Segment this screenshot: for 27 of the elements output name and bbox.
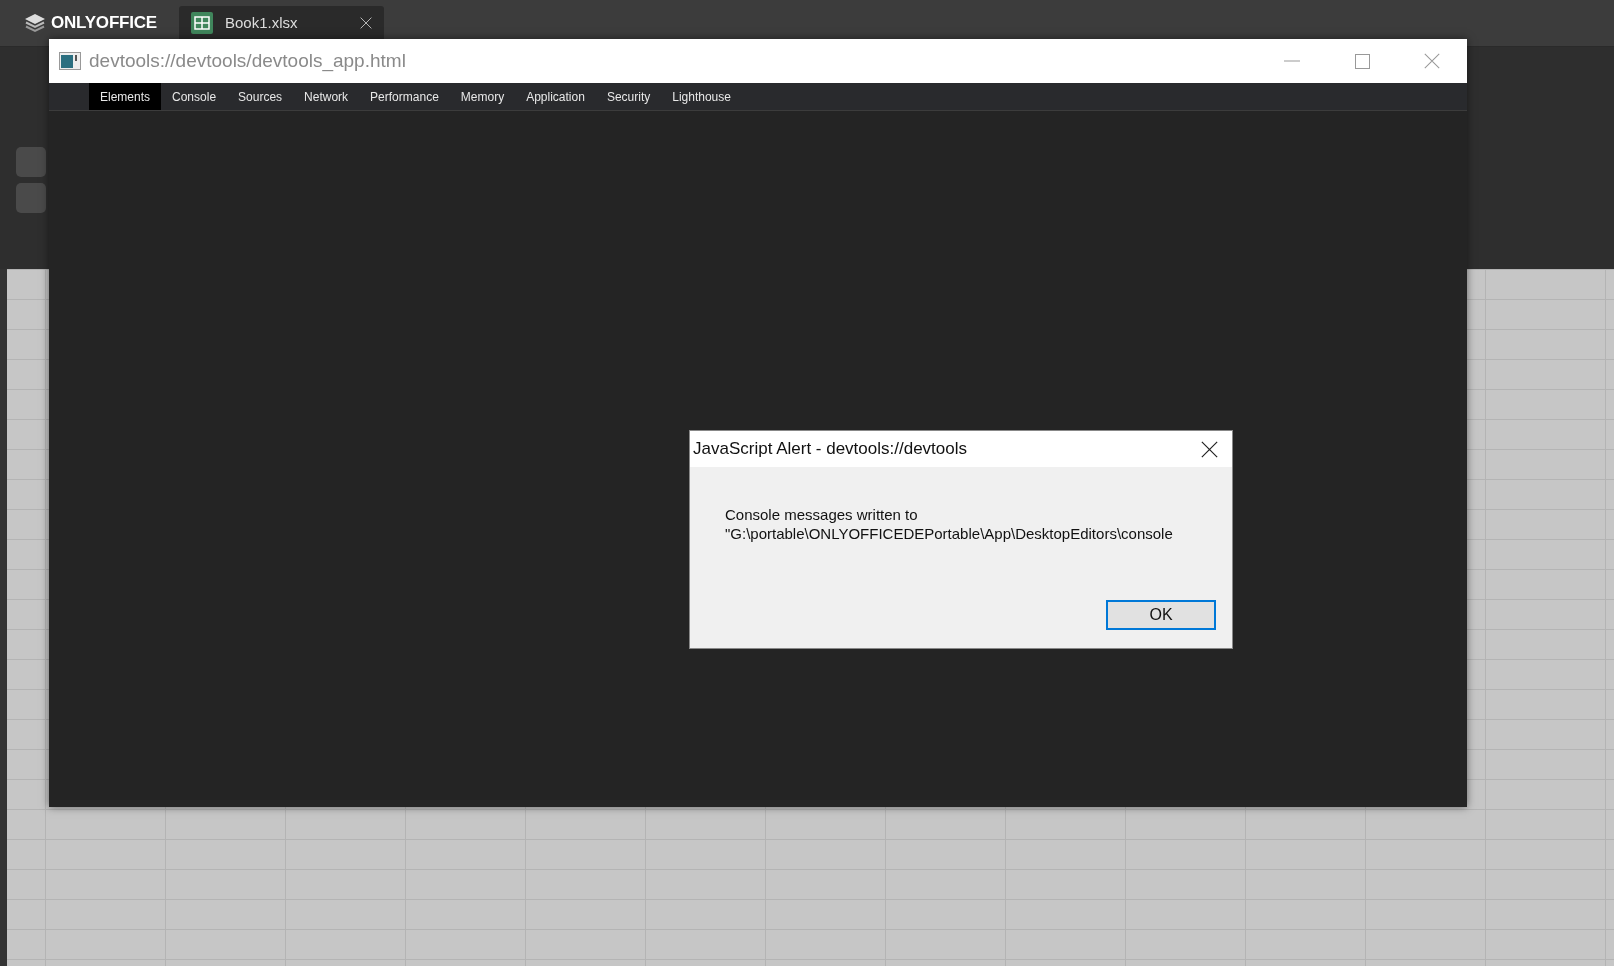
close-icon [1424, 53, 1440, 69]
devtools-tab[interactable]: Elements [89, 83, 162, 110]
devtools-tab[interactable]: Sources [227, 83, 294, 110]
tab-label: Book1.xlsx [225, 14, 299, 31]
devtools-tab[interactable]: Memory [449, 83, 516, 110]
minimize-icon [1284, 60, 1300, 62]
devtools-tab[interactable]: Console [161, 83, 228, 110]
spreadsheet-icon [191, 11, 213, 34]
devtools-tab[interactable]: Application [515, 83, 596, 110]
layers-icon [24, 13, 46, 33]
devtools-tab[interactable]: Network [293, 83, 360, 110]
dialog-title: JavaScript Alert - devtools://devtools [693, 439, 969, 459]
dialog-message: "G:\portable\ONLYOFFICEDEPortable\App\DesktopEditors\console [725, 524, 1173, 543]
toolbar-button[interactable] [16, 147, 46, 177]
ok-button[interactable]: OK [1106, 600, 1216, 630]
maximize-icon [1354, 53, 1370, 69]
close-icon [360, 16, 372, 29]
dialog-message: Console messages written to [725, 505, 918, 524]
devtools-tab[interactable]: Lighthouse [661, 83, 742, 110]
devtools-tab[interactable]: Security [595, 83, 662, 110]
document-tab[interactable]: Book1.xlsx [179, 6, 384, 39]
window-icon [59, 52, 81, 70]
devtools-tab[interactable]: Performance [359, 83, 450, 110]
close-icon [1200, 440, 1218, 458]
toolbar-button[interactable] [16, 183, 46, 213]
window-title: devtools://devtools/devtools_app.html [89, 50, 407, 72]
app-logo: ONLYOFFICE [51, 13, 157, 33]
